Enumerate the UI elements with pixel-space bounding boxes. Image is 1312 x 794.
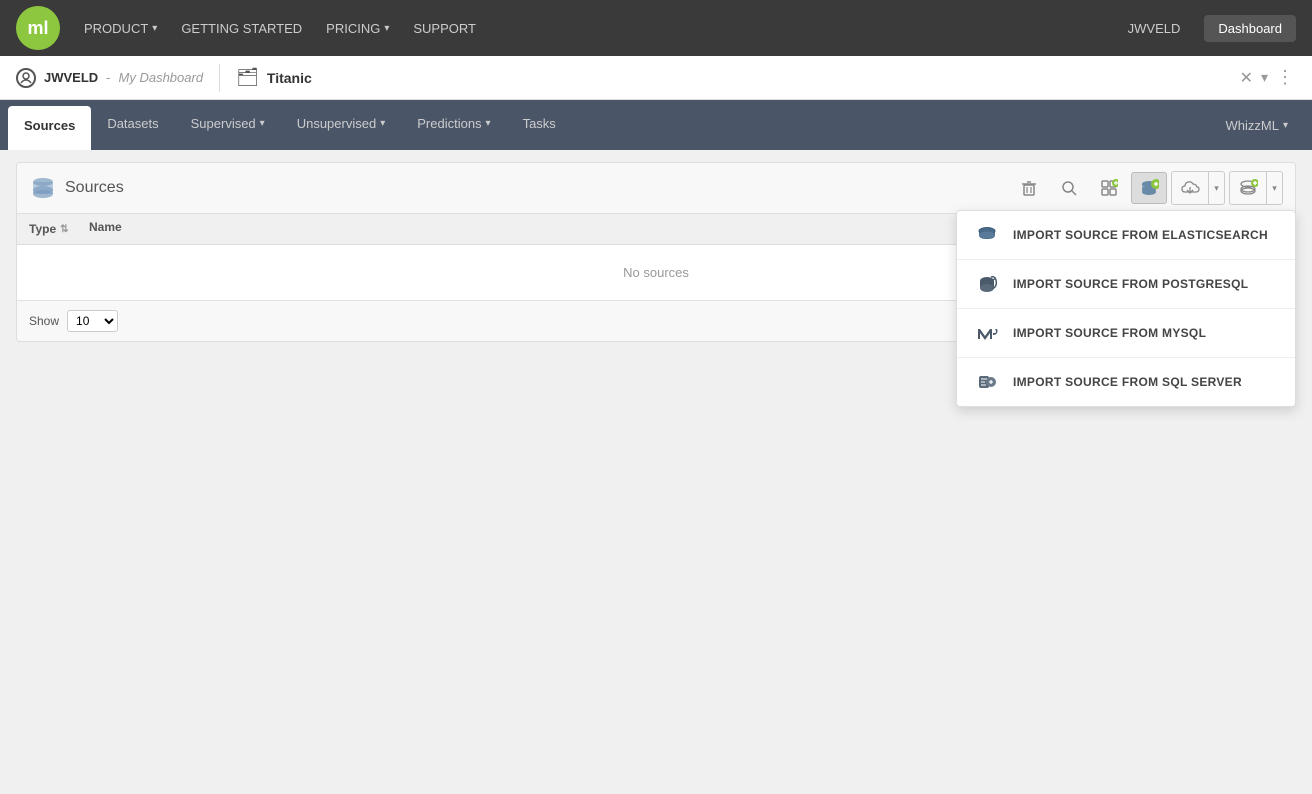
- add-source-dropdown-button[interactable]: ▾: [1266, 172, 1282, 204]
- chevron-down-icon: ▾: [1214, 183, 1219, 194]
- tab-supervised[interactable]: Supervised ▾: [175, 100, 281, 150]
- sort-type-icon[interactable]: ⇅: [60, 224, 68, 235]
- show-label: Show: [29, 314, 59, 328]
- chevron-down-icon[interactable]: ▾: [1261, 69, 1268, 86]
- chevron-down-icon: ▾: [384, 23, 389, 34]
- database-icon: [29, 174, 57, 202]
- nav-username: JWVELD: [1128, 21, 1181, 36]
- chevron-down-icon: ▾: [1283, 120, 1288, 131]
- tab-whizzml[interactable]: WhizzML ▾: [1210, 100, 1304, 150]
- nav-support[interactable]: SUPPORT: [413, 21, 476, 36]
- toolbar: ▾: [1011, 171, 1283, 205]
- sqlserver-icon: [973, 368, 1001, 396]
- grid-view-button[interactable]: [1091, 172, 1127, 204]
- sources-title: Sources: [65, 179, 124, 197]
- nav-getting-started[interactable]: GETTING STARTED: [181, 21, 302, 36]
- import-sqlserver-item[interactable]: IMPORT SOURCE FROM SQL SERVER: [957, 358, 1295, 406]
- col-type-header: Type ⇅: [29, 220, 89, 238]
- cloud-dropdown-button[interactable]: ▾: [1208, 172, 1224, 204]
- add-source-group: ▾: [1229, 171, 1283, 205]
- project-folder-icon: 🗂: [236, 67, 259, 88]
- nav-product[interactable]: PRODUCT ▾: [84, 21, 157, 36]
- tab-sources[interactable]: Sources: [8, 106, 91, 150]
- cloud-import-group: ▾: [1171, 171, 1225, 205]
- chevron-down-icon: ▾: [152, 23, 157, 34]
- import-dropdown-menu: IMPORT SOURCE FROM ELASTICSEARCH IMPORT …: [956, 210, 1296, 407]
- logo[interactable]: ml: [16, 6, 60, 50]
- tabs-bar: Sources Datasets Supervised ▾ Unsupervis…: [0, 100, 1312, 150]
- project-name: Titanic: [267, 70, 312, 86]
- close-button[interactable]: ✕: [1240, 68, 1253, 88]
- delete-button[interactable]: [1011, 172, 1047, 204]
- tab-datasets[interactable]: Datasets: [91, 100, 174, 150]
- user-icon: [16, 68, 36, 88]
- tab-predictions[interactable]: Predictions ▾: [401, 100, 506, 150]
- elasticsearch-icon: [973, 221, 1001, 249]
- import-mysql-item[interactable]: IMPORT SOURCE FROM MYSQL: [957, 309, 1295, 357]
- chevron-down-icon: ▾: [260, 118, 265, 129]
- import-postgresql-item[interactable]: IMPORT SOURCE FROM POSTGRESQL: [957, 260, 1295, 308]
- show-count-select[interactable]: 10 25 50 100: [67, 310, 118, 332]
- more-options-button[interactable]: ⋮: [1276, 67, 1296, 88]
- breadcrumb-bar: JWVELD - My Dashboard 🗂 Titanic ✕ ▾ ⋮: [0, 56, 1312, 100]
- breadcrumb-username: JWVELD: [44, 70, 98, 85]
- dashboard-button[interactable]: Dashboard: [1204, 15, 1296, 42]
- chevron-down-icon: ▾: [1272, 183, 1277, 194]
- tab-unsupervised[interactable]: Unsupervised ▾: [281, 100, 402, 150]
- nav-pricing[interactable]: PRICING ▾: [326, 21, 389, 36]
- mysql-icon: [973, 319, 1001, 347]
- tab-tasks[interactable]: Tasks: [507, 100, 572, 150]
- cloud-import-button[interactable]: [1172, 172, 1208, 204]
- sources-header: Sources: [17, 163, 1295, 214]
- add-source-button[interactable]: [1230, 172, 1266, 204]
- breadcrumb-dashboard: My Dashboard: [119, 70, 204, 85]
- import-elasticsearch-item[interactable]: IMPORT SOURCE FROM ELASTICSEARCH: [957, 211, 1295, 259]
- postgresql-icon: [973, 270, 1001, 298]
- import-db-button[interactable]: [1131, 172, 1167, 204]
- search-button[interactable]: [1051, 172, 1087, 204]
- chevron-down-icon: ▾: [486, 118, 491, 129]
- top-navigation: ml PRODUCT ▾ GETTING STARTED PRICING ▾ S…: [0, 0, 1312, 56]
- chevron-down-icon: ▾: [380, 118, 385, 129]
- main-content: Sources: [0, 150, 1312, 354]
